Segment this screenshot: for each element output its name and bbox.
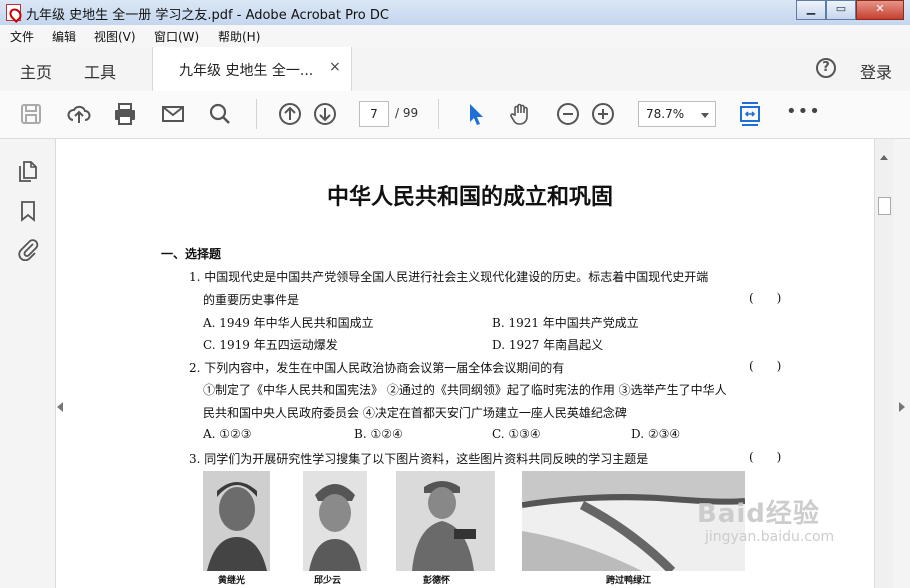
maximize-button[interactable]: ▭ [826,0,856,20]
portrait-photo [303,471,367,571]
window-controls: ▁ ▭ ✕ [796,0,904,20]
document-heading: 中华人民共和国的成立和巩固 [326,184,613,210]
vertical-scrollbar[interactable] [874,139,893,588]
minimize-button[interactable]: ▁ [796,0,826,20]
collapse-left-pane-icon[interactable] [57,402,63,412]
bookmark-icon[interactable] [16,199,40,223]
close-window-button[interactable]: ✕ [856,0,904,20]
toolbar-separator [256,99,257,129]
previous-page-icon[interactable] [277,101,303,127]
scroll-thumb[interactable] [878,197,891,215]
chevron-down-icon [701,113,709,118]
expand-right-pane-icon[interactable] [899,402,905,412]
photo-caption: 彭德怀 [423,576,451,586]
menu-file[interactable]: 文件 [10,28,34,45]
page-total: / 99 [395,106,419,120]
answer-bracket: ( ) [749,291,782,305]
document-tab-label: 九年级 史地生 全一... [179,63,314,79]
option-text: D. 1927 年南昌起义 [492,338,604,352]
zoom-value: 78.7% [646,107,685,121]
print-icon[interactable] [112,101,138,127]
watermark: Baid经验 jingyan.baidu.com [697,493,834,545]
option-text: C. 1919 年五四运动爆发 [203,338,338,352]
option-text: B. ①②④ [354,427,403,441]
portrait-photo [396,471,495,571]
question-text: 3. 同学们为开展研究性学习搜集了以下图片资料，这些图片资料共同反映的学习主题是 [189,452,649,466]
help-icon[interactable]: ? [816,58,836,78]
option-text: A. ①②③ [203,427,252,441]
search-icon[interactable] [207,101,233,127]
right-pane-strip [893,139,910,588]
watermark-url: jingyan.baidu.com [705,529,835,545]
menu-edit[interactable]: 编辑 [52,28,76,45]
question-text: ①制定了《中华人民共和国宪法》 ②通过的《共同纲领》起了临时宪法的作用 ③选举产… [203,383,727,397]
tab-tools[interactable]: 工具 [84,59,116,83]
title-bar: 九年级 史地生 全一册 学习之友.pdf - Adobe Acrobat Pro… [0,0,910,26]
photo-caption: 跨过鸭绿江 [606,576,652,586]
zoom-select[interactable]: 78.7% [638,101,716,127]
attachment-icon[interactable] [16,237,40,261]
more-tools-icon[interactable]: ••• [786,101,821,122]
answer-bracket: ( ) [749,359,782,373]
navigation-pane [0,139,56,588]
question-text: 1. 中国现代史是中国共产党领导全国人民进行社会主义现代化建设的历史。标志着中国… [189,270,709,284]
menu-view[interactable]: 视图(V) [94,28,136,45]
email-icon[interactable] [160,101,186,127]
toolbar-separator [438,99,439,129]
question-text: 的重要历史事件是 [203,293,300,307]
upload-cloud-icon[interactable] [66,101,92,127]
tab-document[interactable]: 九年级 史地生 全一... × [152,47,352,91]
portrait-photo [203,471,270,571]
option-text: A. 1949 年中华人民共和国成立 [203,316,374,330]
option-text: D. ②③④ [631,427,681,441]
menu-bar: 文件 编辑 视图(V) 窗口(W) 帮助(H) [0,25,910,48]
save-icon[interactable] [18,101,44,127]
watermark-brand: Baid经验 [697,499,820,529]
select-cursor-icon[interactable] [462,101,488,127]
question-text: 2. 下列内容中，发生在中国人民政治协商会议第一届全体会议期间的有 [189,361,565,375]
option-text: B. 1921 年中国共产党成立 [492,316,639,330]
login-button[interactable]: 登录 [860,59,892,83]
menu-help[interactable]: 帮助(H) [218,28,260,45]
zoom-out-icon[interactable] [555,101,581,127]
zoom-in-icon[interactable] [590,101,616,127]
close-tab-icon[interactable]: × [329,59,341,75]
page-thumbnails-icon[interactable] [16,159,40,183]
fit-page-icon[interactable] [737,101,763,127]
tab-bar: 主页 工具 九年级 史地生 全一... × ? 登录 [0,47,910,92]
acrobat-app-icon [6,4,21,21]
option-text: C. ①③④ [492,427,541,441]
section-heading: 一、选择题 [161,247,222,261]
photo-caption: 黄继光 [218,576,246,586]
photo-caption: 邱少云 [314,576,342,586]
scroll-up-icon[interactable] [880,155,888,160]
next-page-icon[interactable] [312,101,338,127]
question-text: 民共和国中央人民政府委员会 ④决定在首都天安门广场建立一座人民英雄纪念碑 [203,406,627,420]
window-title: 九年级 史地生 全一册 学习之友.pdf - Adobe Acrobat Pro… [26,8,389,23]
answer-bracket: ( ) [749,450,782,464]
page-number-input[interactable]: 7 [359,101,389,127]
hand-tool-icon[interactable] [508,101,534,127]
toolbar: 7 / 99 78.7% ••• [0,91,910,139]
menu-window[interactable]: 窗口(W) [154,28,199,45]
tab-home[interactable]: 主页 [20,59,52,83]
